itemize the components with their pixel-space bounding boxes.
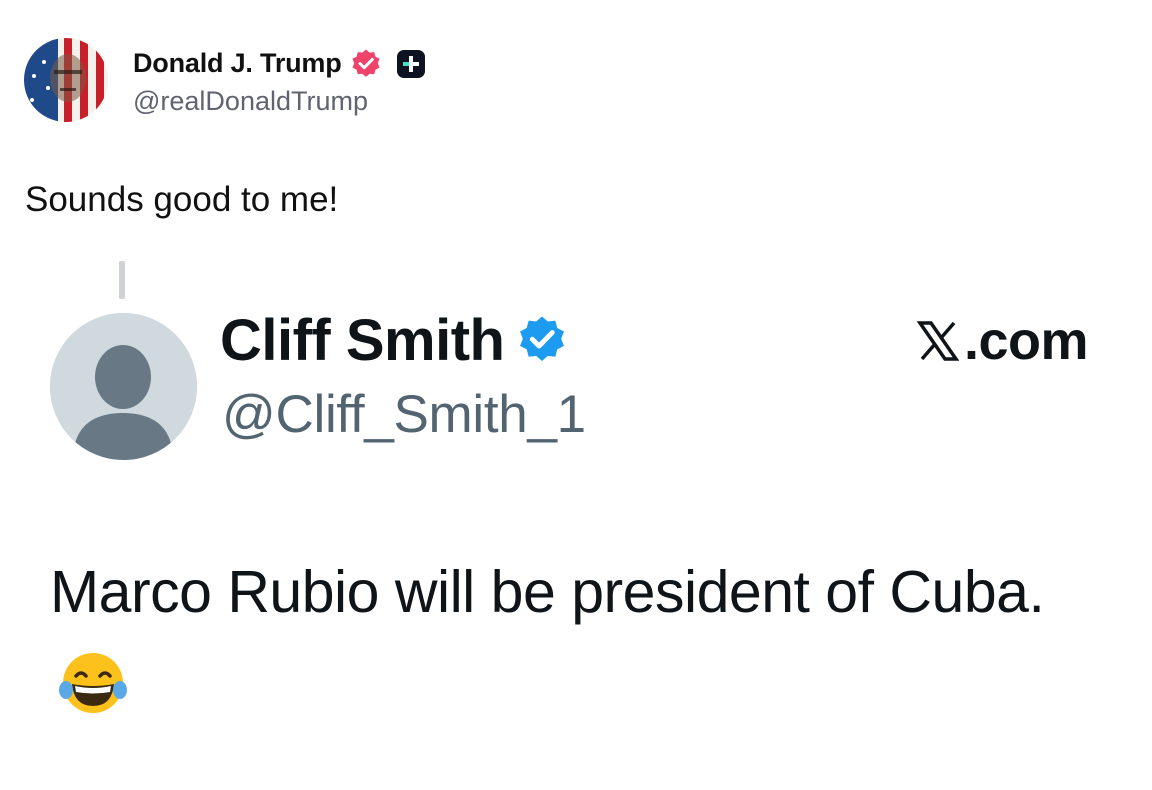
author-row: Donald J. Trump — [133, 44, 426, 84]
laughing-tears-emoji-icon — [59, 653, 127, 713]
quoted-post-text: Marco Rubio will be president of Cuba. — [50, 546, 1050, 730]
quoted-post[interactable]: Cliff Smith @Cliff_Smith_1 .com Marco Ru… — [48, 308, 1108, 768]
truth-plus-icon — [396, 49, 425, 78]
source-label: .com — [914, 310, 1089, 372]
quoted-author-handle: @Cliff_Smith_1 — [222, 385, 586, 444]
author-handle[interactable]: @realDonaldTrump — [133, 86, 426, 117]
avatar[interactable] — [24, 38, 108, 122]
verified-badge-icon — [352, 49, 380, 77]
x-logo-icon — [916, 321, 960, 361]
verified-badge-icon — [520, 316, 565, 361]
thread-connector-line — [119, 261, 125, 299]
quoted-author-row: Cliff Smith — [220, 307, 568, 373]
flag-portrait-avatar-icon — [24, 38, 108, 122]
quoted-post-text-content: Marco Rubio will be president of Cuba. — [50, 559, 1045, 625]
quoted-author-name: Cliff Smith — [220, 307, 505, 373]
post-text: Sounds good to me! — [25, 180, 339, 219]
source-text: .com — [964, 311, 1089, 371]
author-name[interactable]: Donald J. Trump — [133, 48, 342, 79]
default-avatar — [50, 313, 197, 460]
author-block: Donald J. Trump @realDonaldTrump — [133, 44, 426, 117]
post-header: Donald J. Trump @realDonaldTrump — [24, 38, 426, 122]
default-person-icon — [50, 313, 197, 460]
